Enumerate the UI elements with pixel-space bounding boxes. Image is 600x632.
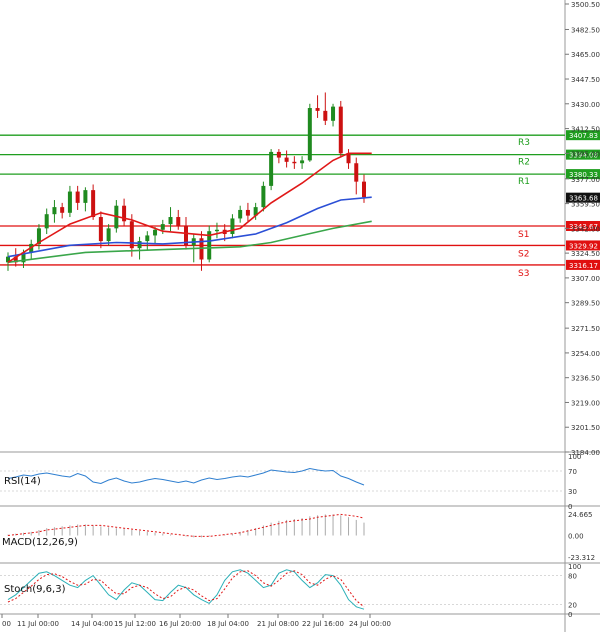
osc-tick-label: 100 xyxy=(568,563,581,571)
level-label-r3: R3 xyxy=(518,138,530,148)
osc-tick-label: 80 xyxy=(568,573,577,581)
candle-body xyxy=(160,224,165,230)
price-tick-label: 3342.00 xyxy=(571,225,600,233)
candle-body xyxy=(338,106,343,154)
candle-body xyxy=(245,209,250,216)
osc-tick-label: 100 xyxy=(568,453,581,461)
price-tick-label: 3465.00 xyxy=(571,51,600,59)
candle-body xyxy=(60,207,65,213)
price-tick-label: 3289.50 xyxy=(571,300,600,308)
candle-body xyxy=(362,181,366,198)
candle-body xyxy=(75,191,80,203)
time-tick-label: 22 Jul 16:00 xyxy=(302,620,344,628)
candle-body xyxy=(300,160,305,164)
osc-tick-label: 0 xyxy=(568,611,572,619)
candle-body xyxy=(323,110,328,121)
osc-tick-label: 0 xyxy=(568,503,572,511)
level-label-s1: S1 xyxy=(518,230,529,240)
candle-body xyxy=(269,151,274,186)
price-tick-label: 3307.00 xyxy=(571,275,600,283)
price-tick-label: 3359.50 xyxy=(571,201,600,209)
candle-body xyxy=(137,241,142,249)
candle-body xyxy=(129,221,134,249)
candle-body xyxy=(315,108,320,111)
candle-body xyxy=(52,207,57,215)
price-tick-label: 3447.50 xyxy=(571,76,600,84)
candle-body xyxy=(83,190,88,203)
price-tick-label: 3254.00 xyxy=(571,350,600,358)
price-tick-label: 3201.50 xyxy=(571,424,600,432)
level-label-r1: R1 xyxy=(518,177,530,187)
candle-body xyxy=(214,229,219,232)
stoch-label: Stoch(9,6,3) xyxy=(4,584,66,595)
candle-body xyxy=(91,190,96,218)
price-tick-label: 3500.50 xyxy=(571,1,600,9)
chart-background xyxy=(0,0,600,632)
price-tick-label: 3236.50 xyxy=(571,375,600,383)
candle-body xyxy=(67,191,72,213)
candle-body xyxy=(284,157,289,162)
candle-body xyxy=(106,228,111,242)
time-tick-label: 16 Jul 20:00 xyxy=(159,620,201,628)
level-label-s3: S3 xyxy=(518,269,529,279)
price-tick-label: 3324.50 xyxy=(571,250,600,258)
osc-tick-label: 20 xyxy=(568,601,577,609)
osc-tick-label: 30 xyxy=(568,488,577,496)
time-tick-label: 24 Jul 00:00 xyxy=(349,620,391,628)
candle-body xyxy=(44,214,49,229)
level-value-text: 3316.17 xyxy=(569,262,598,270)
candle-body xyxy=(145,235,150,242)
candle-body xyxy=(176,217,181,226)
price-tick-label: 3395.00 xyxy=(571,150,600,158)
candle-body xyxy=(153,229,158,236)
osc-tick-label: 70 xyxy=(568,468,577,476)
time-tick-label: 00 xyxy=(2,620,11,628)
candle-body xyxy=(98,217,103,242)
candle-body xyxy=(354,163,359,182)
price-tick-label: 3377.00 xyxy=(571,176,600,184)
candlestick-chart: R33407.83R23394.08R13380.33S13343.67S233… xyxy=(0,0,600,632)
candle-body xyxy=(276,151,281,158)
time-tick-label: 18 Jul 04:00 xyxy=(207,620,249,628)
candle-body xyxy=(331,106,336,121)
candle-body xyxy=(168,217,173,225)
time-tick-label: 15 Jul 12:00 xyxy=(114,620,156,628)
price-tick-label: 3271.50 xyxy=(571,325,600,333)
candle-body xyxy=(261,185,266,208)
candle-body xyxy=(307,108,312,161)
candle-body xyxy=(346,153,351,164)
rsi-label: RSI(14) xyxy=(4,476,41,487)
macd-tick-label: 24.665 xyxy=(568,511,593,519)
macd-tick-label: 0.00 xyxy=(568,533,584,541)
time-tick-label: 14 Jul 04:00 xyxy=(71,620,113,628)
candle-body xyxy=(292,161,297,164)
time-tick-label: 21 Jul 08:00 xyxy=(257,620,299,628)
price-tick-label: 3482.50 xyxy=(571,26,600,34)
macd-label: MACD(12,26,9) xyxy=(2,537,78,548)
price-tick-label: 3430.00 xyxy=(571,101,600,109)
level-label-s2: S2 xyxy=(518,249,529,259)
time-tick-label: 11 Jul 00:00 xyxy=(17,620,59,628)
macd-tick-label: -23.312 xyxy=(568,554,595,562)
price-tick-label: 3219.00 xyxy=(571,399,600,407)
candle-body xyxy=(230,218,235,235)
candle-body xyxy=(238,209,243,219)
price-tick-label: 3412.50 xyxy=(571,126,600,134)
level-label-r2: R2 xyxy=(518,158,530,168)
